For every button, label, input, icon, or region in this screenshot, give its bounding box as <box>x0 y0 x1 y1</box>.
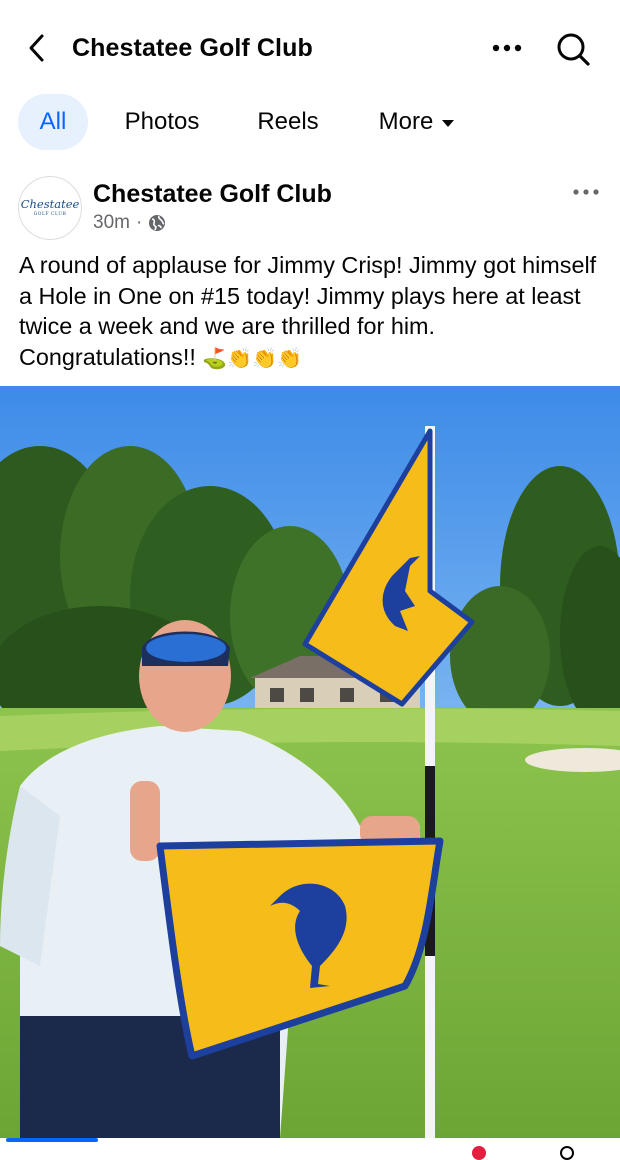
tab-more[interactable]: More <box>358 94 476 150</box>
search-icon <box>557 33 590 66</box>
post-author[interactable]: Chestatee Golf Club <box>93 178 332 210</box>
search-button[interactable] <box>552 28 594 70</box>
avatar-logo: Chestatee GOLF CLUB <box>20 197 80 217</box>
notification-dot <box>472 1146 486 1160</box>
tab-all[interactable]: All <box>18 94 88 150</box>
more-horizontal-icon <box>573 189 599 195</box>
menu-dot <box>560 1146 574 1160</box>
tab-more-label: More <box>378 108 434 135</box>
filter-tabs: All Photos Reels More <box>0 94 620 150</box>
post-meta: 30m · <box>93 210 166 236</box>
more-horizontal-icon <box>492 44 522 52</box>
post-header: Chestatee GOLF CLUB Chestatee Golf Club … <box>0 168 620 244</box>
page-title: Chestatee Golf Club <box>72 34 313 62</box>
caret-down-icon <box>441 93 455 149</box>
tab-photos[interactable]: Photos <box>104 94 220 150</box>
avatar-logo-subtext: GOLF CLUB <box>33 211 67 217</box>
post-time[interactable]: 30m <box>93 210 130 236</box>
post-options-button[interactable] <box>566 178 606 206</box>
globe-icon <box>149 215 166 231</box>
post-text: A round of applause for Jimmy Crisp! Jim… <box>19 250 609 373</box>
tab-reels[interactable]: Reels <box>240 94 336 150</box>
post-photo[interactable] <box>0 386 620 1138</box>
post-message: A round of applause for Jimmy Crisp! Jim… <box>19 252 597 370</box>
back-button[interactable] <box>20 30 54 66</box>
meta-separator: · <box>135 212 143 233</box>
chevron-left-icon <box>29 34 44 62</box>
more-options-button[interactable] <box>486 32 528 64</box>
top-app-bar: Chestatee Golf Club <box>0 0 620 96</box>
avatar[interactable]: Chestatee GOLF CLUB <box>18 176 82 240</box>
post-emojis: ⛳👏👏👏 <box>202 345 302 370</box>
avatar-logo-text: Chestatee <box>20 197 80 211</box>
tab-bar-active-indicator <box>6 1138 98 1142</box>
